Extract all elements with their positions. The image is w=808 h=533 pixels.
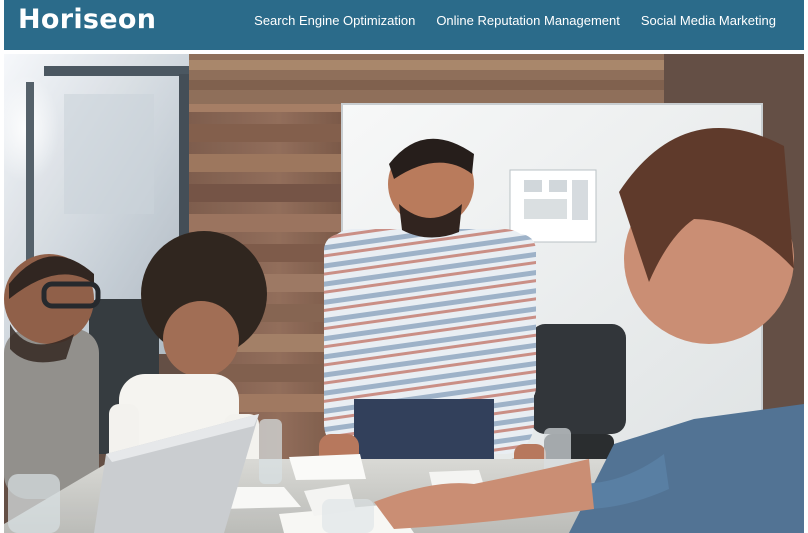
nav-link-search-engine-optimization[interactable]: Search Engine Optimization — [254, 13, 415, 28]
site-header: Horiseon Search Engine Optimization Onli… — [4, 0, 804, 50]
site-logo[interactable]: Horiseon — [18, 4, 156, 35]
main-navigation: Search Engine Optimization Online Reputa… — [254, 13, 776, 28]
hero-image — [4, 54, 804, 533]
nav-link-social-media-marketing[interactable]: Social Media Marketing — [641, 13, 776, 28]
page: Horiseon Search Engine Optimization Onli… — [0, 0, 808, 533]
nav-link-online-reputation-management[interactable]: Online Reputation Management — [436, 13, 620, 28]
team-meeting-illustration — [4, 54, 804, 533]
